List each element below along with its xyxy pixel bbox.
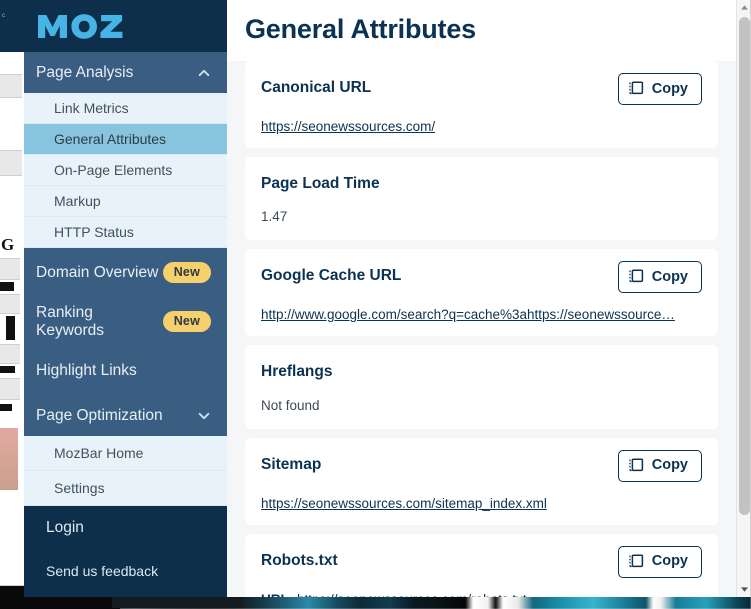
sidebar: Page Analysis Link Metrics General Attri… xyxy=(24,0,227,597)
sidebar-group-page-analysis[interactable]: Page Analysis xyxy=(24,52,227,93)
sidebar-item-label: Highlight Links xyxy=(36,361,137,379)
card-header: Google Cache URL Copy xyxy=(261,261,702,294)
scroll-up-arrow-icon[interactable] xyxy=(737,0,751,15)
sidebar-item-markup[interactable]: Markup xyxy=(24,186,227,217)
sidebar-group-label: Page Optimization xyxy=(36,406,163,424)
background-topbar: c xyxy=(0,0,24,52)
copy-icon xyxy=(629,81,643,95)
copy-icon xyxy=(629,554,643,567)
sidebar-item-label: General Attributes xyxy=(54,131,167,147)
moz-logo-brand xyxy=(24,0,227,52)
card-value-link[interactable]: http://www.google.com/search?q=cache%3ah… xyxy=(261,307,702,322)
card-header: Hreflangs xyxy=(261,360,702,382)
copy-button-label: Copy xyxy=(651,80,688,97)
card-value-row: URL: https://seonewssources.com/robots.t… xyxy=(261,592,702,597)
background-glyph: G xyxy=(1,235,15,254)
screenshot-root: c G hm_object/snapshot_single/sys_info-r… xyxy=(0,0,751,609)
card-value-link[interactable]: https://seonewssources.com/robots.txt xyxy=(297,592,527,597)
sidebar-item-label: Login xyxy=(46,518,84,536)
scrollbar-thumb[interactable] xyxy=(739,17,750,515)
content-area: General Attributes Canonical URL Copy ht… xyxy=(227,0,751,597)
copy-button[interactable]: Copy xyxy=(617,545,702,578)
sidebar-item-link-metrics[interactable]: Link Metrics xyxy=(24,93,227,124)
background-block xyxy=(6,316,15,340)
chevron-up-icon xyxy=(198,69,210,76)
background-block xyxy=(0,258,20,280)
card-title: Canonical URL xyxy=(261,79,372,96)
sidebar-item-http-status[interactable]: HTTP Status xyxy=(24,217,227,248)
card-value-link[interactable]: https://seonewssources.com/sitemap_index… xyxy=(261,496,702,511)
sidebar-group-label: Page Analysis xyxy=(36,63,134,81)
background-block xyxy=(0,378,20,400)
sidebar-item-label: Ranking Keywords xyxy=(36,303,105,339)
sidebar-item-label: HTTP Status xyxy=(54,224,134,240)
sidebar-item-highlight-links[interactable]: Highlight Links xyxy=(24,346,227,395)
card-sitemap: Sitemap Copy https://seonewssources.com/… xyxy=(245,437,718,525)
chevron-down-icon xyxy=(198,412,210,419)
copy-icon xyxy=(629,269,643,283)
card-value: Not found xyxy=(261,397,320,413)
card-page-load-time: Page Load Time 1.47 xyxy=(245,157,718,241)
copy-button-label: Copy xyxy=(651,457,688,474)
background-image-fragment xyxy=(0,428,18,490)
sidebar-filler xyxy=(24,592,227,597)
sidebar-item-domain-overview[interactable]: Domain Overview New xyxy=(24,248,227,297)
attribute-card-list: Canonical URL Copy https://seonewssource… xyxy=(227,61,736,597)
copy-button[interactable]: Copy xyxy=(617,261,702,294)
content-scrollbar[interactable] xyxy=(736,0,751,597)
copy-button[interactable]: Copy xyxy=(617,73,702,105)
card-title: Robots.txt xyxy=(261,551,338,569)
sidebar-item-label: Domain Overview xyxy=(36,263,159,281)
sidebar-item-label: MozBar Home xyxy=(54,445,144,461)
card-title: Page Load Time xyxy=(261,175,380,192)
card-canonical-url: Canonical URL Copy https://seonewssource… xyxy=(245,61,718,148)
background-block xyxy=(0,404,12,411)
moz-logo-icon xyxy=(38,13,123,39)
card-header: Sitemap Copy xyxy=(261,449,702,482)
background-block xyxy=(0,294,20,314)
sidebar-item-label: Link Metrics xyxy=(54,100,129,116)
card-header: Page Load Time xyxy=(261,172,702,194)
background-topbar-text: c xyxy=(2,13,5,19)
new-badge: New xyxy=(162,311,211,332)
sidebar-item-ranking-keywords[interactable]: Ranking Keywords New xyxy=(24,297,227,346)
copy-icon xyxy=(629,458,643,471)
background-block xyxy=(0,366,15,373)
card-value-link[interactable]: https://seonewssources.com/ xyxy=(261,119,702,134)
sidebar-item-send-feedback[interactable]: Send us feedback xyxy=(24,549,227,592)
mozbar-panel: Page Analysis Link Metrics General Attri… xyxy=(24,0,751,597)
card-title: Hreflangs xyxy=(261,363,333,381)
sidebar-item-general-attributes[interactable]: General Attributes xyxy=(24,124,227,155)
sidebar-item-settings[interactable]: Settings xyxy=(24,471,227,506)
card-robots-txt: Robots.txt Copy URL: xyxy=(245,533,718,597)
card-value: 1.47 xyxy=(261,209,288,225)
scroll-down-arrow-icon[interactable] xyxy=(737,582,751,597)
sidebar-item-login[interactable]: Login xyxy=(24,506,227,549)
sidebar-item-label: Markup xyxy=(54,193,101,209)
background-block xyxy=(0,344,20,364)
sidebar-item-label: Send us feedback xyxy=(46,562,159,579)
card-header: Robots.txt Copy xyxy=(261,545,702,578)
copy-button-label: Copy xyxy=(651,269,688,286)
sidebar-item-label: Settings xyxy=(54,480,105,496)
sidebar-item-on-page-elements[interactable]: On-Page Elements xyxy=(24,155,227,186)
card-title: Google Cache URL xyxy=(261,267,402,285)
card-hreflangs: Hreflangs Not found xyxy=(245,345,718,429)
sidebar-group-page-optimization[interactable]: Page Optimization xyxy=(24,395,227,436)
page-title: General Attributes xyxy=(227,0,736,61)
background-block xyxy=(0,74,22,98)
background-block xyxy=(0,150,22,176)
card-google-cache-url: Google Cache URL Copy http://www.google.… xyxy=(245,249,718,337)
sidebar-item-label: On-Page Elements xyxy=(54,162,173,178)
card-header: Canonical URL Copy xyxy=(261,73,702,105)
card-title: Sitemap xyxy=(261,455,322,473)
background-block xyxy=(0,282,14,291)
copy-button[interactable]: Copy xyxy=(617,449,702,482)
new-badge: New xyxy=(162,262,211,283)
content-scroll-region: General Attributes Canonical URL Copy ht… xyxy=(227,0,736,597)
copy-button-label: Copy xyxy=(651,553,688,570)
card-value-label: URL: xyxy=(261,592,293,597)
sidebar-item-mozbar-home[interactable]: MozBar Home xyxy=(24,436,227,471)
